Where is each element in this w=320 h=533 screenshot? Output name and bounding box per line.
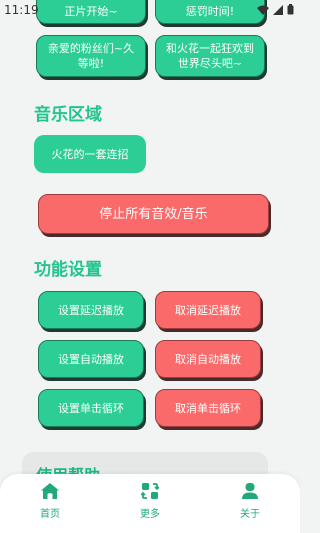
cancel-delay-button[interactable]: 取消延迟播放 [155, 291, 261, 329]
cancel-delay-label: 取消延迟播放 [175, 303, 241, 317]
cancel-loop-button[interactable]: 取消单击循环 [155, 389, 261, 427]
set-autoplay-label: 设置自动播放 [58, 352, 124, 366]
bottom-nav: 首页 更多 关于 [0, 474, 300, 533]
wifi-icon [257, 5, 269, 15]
app-screen: 11:19 正片开始~ 惩罚时间! 亲爱的粉丝们~久等啦! 和火花一起狂欢到世界… [0, 0, 300, 533]
set-delay-button[interactable]: 设置延迟播放 [38, 291, 144, 329]
set-loop-label: 设置单击循环 [58, 401, 124, 415]
nav-item-home[interactable]: 首页 [20, 482, 80, 528]
set-autoplay-button[interactable]: 设置自动播放 [38, 340, 144, 378]
sound-button-label: 亲爱的粉丝们~久等啦! [47, 42, 135, 70]
home-icon [41, 483, 59, 499]
sound-button-fans[interactable]: 亲爱的粉丝们~久等啦! [36, 35, 146, 77]
cancel-autoplay-button[interactable]: 取消自动播放 [155, 340, 261, 378]
battery-icon [287, 4, 294, 15]
status-time: 11:19 [4, 3, 39, 17]
nav-home-label: 首页 [40, 509, 60, 520]
music-track-button[interactable]: 火花的一套连招 [34, 135, 146, 173]
nav-item-about[interactable]: 关于 [220, 482, 280, 528]
sound-button-label: 和火花一起狂欢到世界尽头吧~ [166, 42, 254, 70]
music-section-title: 音乐区域 [34, 105, 102, 125]
music-track-label: 火花的一套连招 [51, 147, 129, 161]
nav-item-more[interactable]: 更多 [120, 482, 180, 528]
status-icons [257, 4, 294, 15]
nav-more-label: 更多 [140, 509, 160, 520]
cancel-loop-label: 取消单击循环 [175, 401, 241, 415]
stop-all-label: 停止所有音效/音乐 [99, 206, 208, 222]
status-bar: 11:19 [0, 0, 300, 22]
signal-icon [273, 4, 283, 15]
set-loop-button[interactable]: 设置单击循环 [38, 389, 144, 427]
user-icon [242, 483, 258, 499]
cancel-autoplay-label: 取消自动播放 [175, 352, 241, 366]
more-icon [141, 483, 159, 499]
settings-section-title: 功能设置 [34, 260, 102, 280]
stop-all-sounds-button[interactable]: 停止所有音效/音乐 [38, 194, 269, 234]
sound-button-party[interactable]: 和火花一起狂欢到世界尽头吧~ [155, 35, 265, 77]
nav-about-label: 关于 [240, 509, 260, 520]
set-delay-label: 设置延迟播放 [58, 303, 124, 317]
